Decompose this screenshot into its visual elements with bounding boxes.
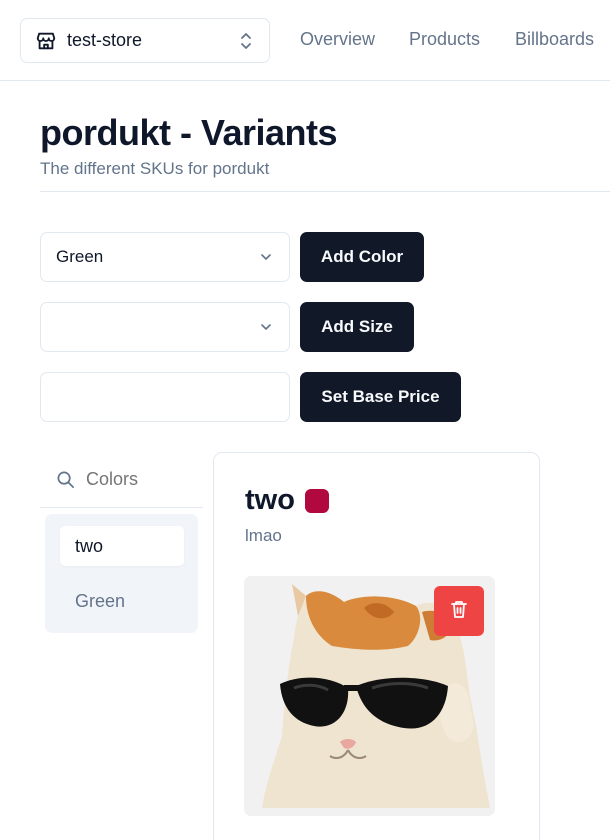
color-item-green[interactable]: Green — [60, 581, 184, 621]
variant-title: two — [245, 484, 329, 517]
color-swatch — [304, 488, 329, 513]
colors-list: two Green — [45, 514, 198, 633]
variant-name: two — [245, 484, 295, 516]
delete-image-button[interactable] — [434, 586, 484, 636]
color-item-two[interactable]: two — [60, 526, 184, 566]
variant-card: two lmao — [213, 452, 540, 840]
colors-search-input[interactable] — [86, 469, 196, 490]
color-select[interactable]: Green — [40, 232, 290, 282]
divider — [40, 191, 610, 192]
chevrons-up-down-icon — [237, 31, 255, 51]
nav-link-products[interactable]: Products — [409, 29, 480, 50]
colors-search — [40, 452, 203, 508]
chevron-down-icon — [258, 319, 274, 335]
top-navbar: test-store Overview Products Billboards — [0, 0, 610, 81]
nav-link-overview[interactable]: Overview — [300, 29, 375, 50]
add-size-button[interactable]: Add Size — [300, 302, 414, 352]
page-subtitle: The different SKUs for pordukt — [40, 159, 270, 178]
colors-command: two Green — [40, 452, 203, 642]
nav-link-billboards[interactable]: Billboards — [515, 29, 594, 50]
search-icon — [56, 470, 76, 490]
store-name: test-store — [67, 30, 143, 50]
base-price-input[interactable] — [40, 372, 290, 422]
variant-description: lmao — [245, 526, 282, 545]
chevron-down-icon — [258, 249, 274, 265]
add-color-button[interactable]: Add Color — [300, 232, 424, 282]
page-title: pordukt - Variants — [40, 112, 338, 153]
set-base-price-button[interactable]: Set Base Price — [300, 372, 461, 422]
size-select[interactable] — [40, 302, 290, 352]
color-select-value: Green — [56, 247, 104, 266]
store-icon — [35, 30, 57, 52]
store-switcher[interactable]: test-store — [20, 18, 270, 63]
trash-icon — [450, 599, 468, 624]
